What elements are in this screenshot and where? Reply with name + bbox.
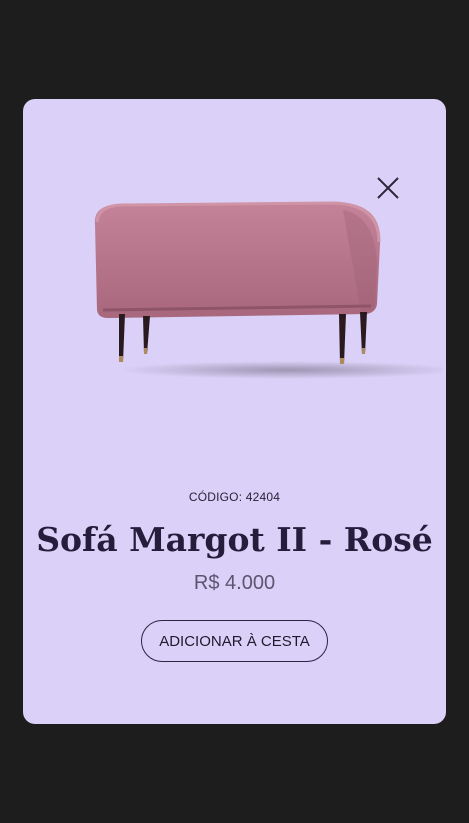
product-code: CÓDIGO: 42404 [23, 490, 446, 504]
product-title: Sofá Margot II - Rosé [36, 520, 433, 559]
product-code-value: 42404 [245, 490, 281, 504]
product-modal: CÓDIGO: 42404 Sofá Margot II - Rosé R$ 4… [23, 99, 446, 724]
product-code-label: CÓDIGO: [188, 490, 243, 504]
sofa-image [94, 201, 443, 379]
product-price: R$ 4.000 [193, 572, 276, 594]
add-to-cart-button[interactable]: ADICIONAR À CESTA [141, 620, 328, 662]
